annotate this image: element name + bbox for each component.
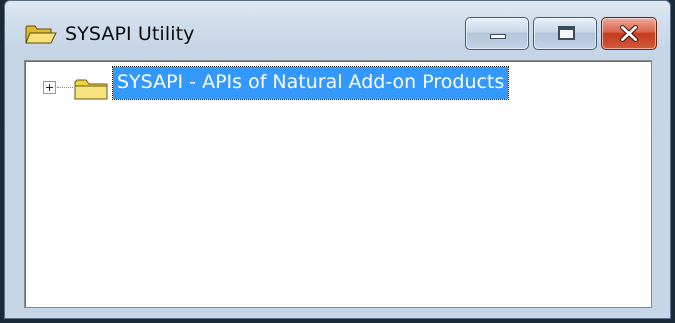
maximize-button[interactable] — [533, 17, 597, 50]
minimize-button[interactable] — [465, 17, 529, 50]
folder-icon — [74, 79, 108, 100]
maximize-icon — [558, 26, 575, 40]
open-folder-icon — [25, 25, 57, 44]
tree-view[interactable]: SYSAPI - APIs of Natural Add-on Products — [24, 60, 652, 308]
minimize-icon — [490, 34, 506, 39]
utility-window: SYSAPI Utility SYSAPI - APIs of Natural … — [4, 0, 671, 319]
title-bar[interactable]: SYSAPI Utility — [5, 1, 670, 57]
tree-node-label[interactable]: SYSAPI - APIs of Natural Add-on Products — [111, 66, 510, 100]
close-icon — [620, 25, 638, 42]
close-button[interactable] — [601, 17, 657, 50]
tree-connector — [57, 87, 73, 89]
expand-plus-icon[interactable] — [43, 81, 56, 94]
window-title: SYSAPI Utility — [65, 23, 195, 45]
